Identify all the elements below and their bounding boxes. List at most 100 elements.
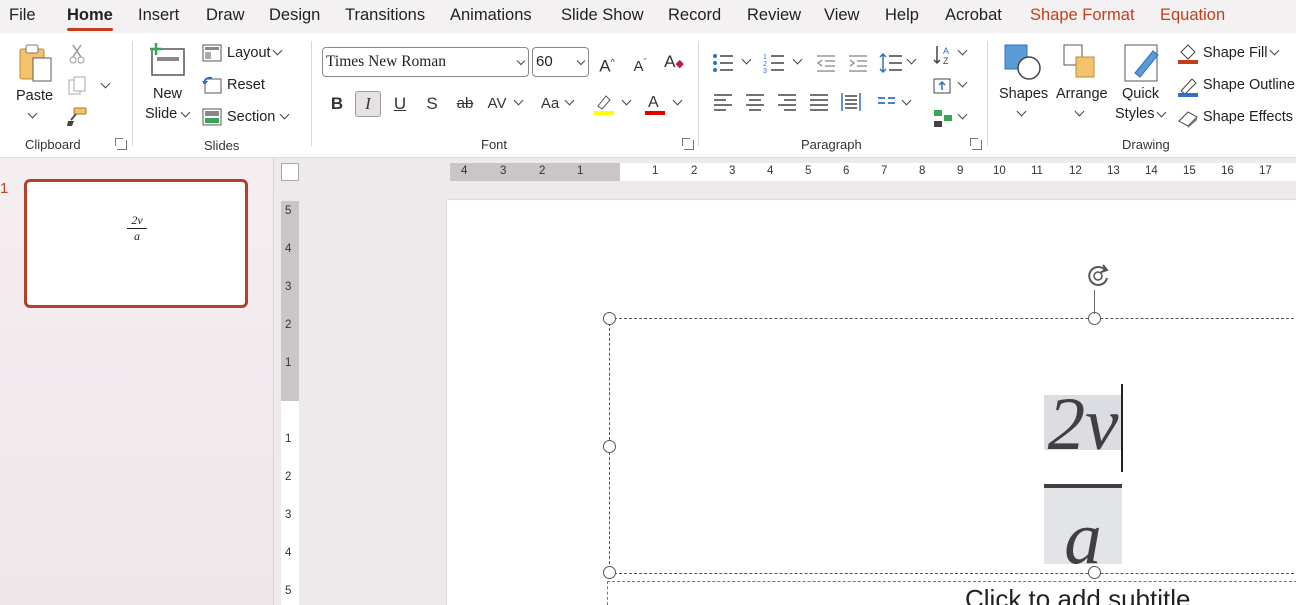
equation-numerator[interactable]: 2v [1044, 387, 1122, 462]
justify-icon[interactable] [808, 93, 830, 114]
menu-acrobat[interactable]: Acrobat [945, 6, 1002, 25]
highlight-icon[interactable] [592, 92, 616, 119]
text-direction-icon[interactable]: AZ [932, 44, 954, 69]
new-slide-icon[interactable] [148, 43, 188, 82]
smartart-icon[interactable] [932, 107, 954, 132]
bullets-icon[interactable] [712, 53, 734, 76]
vertical-ruler[interactable]: 5 4 3 2 1 1 2 3 4 5 [281, 201, 299, 605]
menu-help[interactable]: Help [885, 6, 919, 25]
columns-icon[interactable] [876, 95, 898, 114]
arrange-chevron-icon[interactable] [1074, 106, 1085, 117]
slide-editor[interactable]: 4 3 2 1 1 2 3 4 5 6 7 8 9 10 11 12 13 14… [275, 158, 1296, 605]
paragraph-launcher-icon[interactable] [970, 138, 982, 150]
align-text-icon[interactable] [932, 75, 954, 100]
layout-label[interactable]: Layout [227, 45, 271, 61]
resize-handle[interactable] [603, 312, 616, 325]
line-spacing-icon[interactable] [879, 52, 903, 77]
italic-button[interactable]: I [355, 91, 381, 117]
reset-label[interactable]: Reset [227, 77, 265, 93]
case-chevron-icon[interactable] [564, 95, 575, 106]
shape-effects-label[interactable]: Shape Effects [1203, 109, 1293, 125]
equation-fraction[interactable]: 2v a [1044, 387, 1122, 580]
shapes-label[interactable]: Shapes [999, 86, 1048, 102]
font-color-chevron-icon[interactable] [672, 95, 683, 106]
columns-chevron-icon[interactable] [901, 95, 912, 106]
menu-home[interactable]: Home [67, 6, 113, 31]
distributed-icon[interactable] [840, 92, 862, 115]
grow-font-icon[interactable]: A^ [594, 49, 620, 76]
numbering-chevron-icon[interactable] [792, 54, 803, 65]
new-slide-label-2[interactable]: Slide [145, 106, 177, 122]
menu-view[interactable]: View [824, 6, 859, 25]
resize-handle[interactable] [603, 440, 616, 453]
font-color-icon[interactable]: A [643, 92, 667, 119]
horizontal-ruler[interactable]: 4 3 2 1 1 2 3 4 5 6 7 8 9 10 11 12 13 14… [450, 163, 1296, 181]
clipboard-launcher-icon[interactable] [115, 138, 127, 150]
slide-thumbnail[interactable]: 2v a [24, 179, 248, 308]
menu-design[interactable]: Design [269, 6, 320, 25]
subtitle-placeholder[interactable] [607, 581, 1296, 605]
section-chevron-icon[interactable] [279, 109, 290, 120]
spacing-chevron-icon[interactable] [513, 95, 524, 106]
shapes-chevron-icon[interactable] [1016, 106, 1027, 117]
new-slide-chevron-icon[interactable] [180, 107, 191, 118]
reset-icon[interactable] [202, 76, 222, 97]
arrange-label[interactable]: Arrange [1056, 86, 1108, 102]
subtitle-placeholder-text[interactable]: Click to add subtitle [965, 584, 1190, 605]
arrange-icon[interactable] [1062, 43, 1100, 86]
shape-outline-label[interactable]: Shape Outline [1203, 77, 1295, 93]
text-direction-chevron-icon[interactable] [957, 45, 968, 56]
menu-record[interactable]: Record [668, 6, 721, 25]
shape-fill-chevron-icon[interactable] [1269, 45, 1280, 56]
strikethrough-button[interactable]: ab [452, 91, 478, 117]
menu-transitions[interactable]: Transitions [345, 6, 425, 25]
font-name-dropdown[interactable]: Times New Roman [322, 47, 529, 77]
quick-styles-label[interactable]: Quick [1122, 86, 1159, 102]
cut-icon[interactable] [68, 43, 86, 68]
shrink-font-icon[interactable]: Aˇ [627, 49, 653, 75]
smartart-chevron-icon[interactable] [957, 109, 968, 120]
menu-review[interactable]: Review [747, 6, 801, 25]
highlight-chevron-icon[interactable] [621, 95, 632, 106]
shape-outline-icon[interactable] [1177, 75, 1199, 100]
copy-chevron-icon[interactable] [100, 78, 111, 89]
bullets-chevron-icon[interactable] [741, 54, 752, 65]
shape-fill-icon[interactable] [1177, 42, 1199, 67]
menu-animations[interactable]: Animations [450, 6, 532, 25]
tab-selector[interactable] [281, 163, 299, 181]
decrease-indent-icon[interactable] [815, 53, 837, 76]
menu-shape-format[interactable]: Shape Format [1030, 6, 1135, 25]
underline-button[interactable]: U [387, 91, 413, 117]
rotate-handle-icon[interactable] [1081, 260, 1115, 297]
section-label[interactable]: Section [227, 109, 275, 125]
numbering-icon[interactable]: 123 [763, 53, 785, 76]
line-spacing-chevron-icon[interactable] [906, 54, 917, 65]
title-placeholder[interactable] [609, 318, 1296, 574]
paste-icon[interactable] [17, 43, 55, 86]
character-spacing-button[interactable]: AV [484, 91, 510, 117]
chevron-down-icon[interactable] [27, 108, 38, 119]
menu-file[interactable]: File [9, 6, 36, 25]
align-left-icon[interactable] [712, 93, 734, 114]
bold-button[interactable]: B [324, 91, 350, 117]
change-case-button[interactable]: Aa [537, 91, 563, 117]
shape-fill-label[interactable]: Shape Fill [1203, 45, 1267, 61]
menu-draw[interactable]: Draw [206, 6, 245, 25]
resize-handle[interactable] [603, 566, 616, 579]
shapes-icon[interactable] [1003, 43, 1043, 86]
quick-styles-icon[interactable] [1123, 43, 1163, 86]
menu-slide-show[interactable]: Slide Show [561, 6, 644, 25]
text-shadow-icon[interactable]: S [419, 91, 445, 117]
shape-effects-icon[interactable] [1177, 107, 1199, 132]
copy-icon[interactable] [67, 75, 89, 100]
quick-styles-chevron-icon[interactable] [1156, 107, 1167, 118]
menu-insert[interactable]: Insert [138, 6, 179, 25]
font-launcher-icon[interactable] [682, 138, 694, 150]
align-text-chevron-icon[interactable] [957, 77, 968, 88]
align-center-icon[interactable] [744, 93, 766, 114]
new-slide-label[interactable]: New [153, 86, 182, 102]
layout-icon[interactable] [202, 44, 222, 65]
menu-equation[interactable]: Equation [1160, 6, 1225, 25]
layout-chevron-icon[interactable] [272, 45, 283, 56]
align-right-icon[interactable] [776, 93, 798, 114]
